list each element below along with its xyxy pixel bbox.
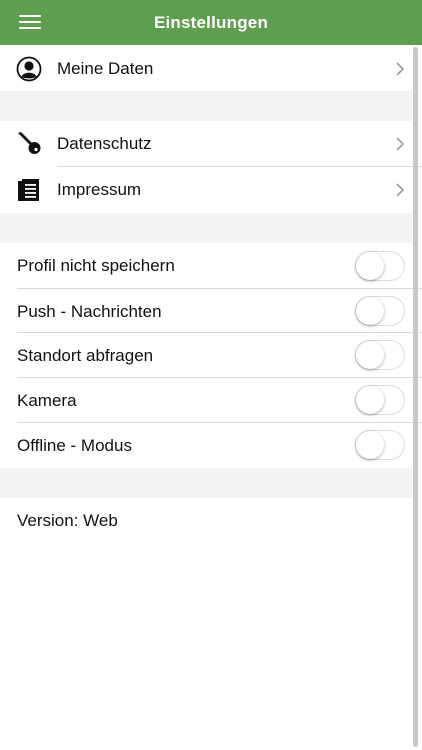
- toggle-label: Kamera: [17, 390, 77, 410]
- toggle-label: Push - Nachrichten: [17, 301, 162, 321]
- settings-list: Meine Daten Datenschutz Impressum Profil…: [0, 45, 422, 750]
- standort-toggle[interactable]: [355, 340, 405, 370]
- settings-item-label: Datenschutz: [57, 133, 152, 153]
- app-bar: Einstellungen: [0, 0, 422, 45]
- settings-item-label: Meine Daten: [57, 58, 154, 78]
- page-title: Einstellungen: [153, 12, 269, 32]
- toggle-row-kamera: Kamera: [0, 378, 412, 423]
- user-icon: [16, 56, 42, 82]
- toggle-row-offline: Offline - Modus: [0, 423, 412, 468]
- chevron-right-icon: [396, 137, 405, 151]
- version-text: Version: Web: [17, 511, 118, 530]
- chevron-right-icon: [396, 62, 405, 76]
- toggle-label: Standort abfragen: [17, 345, 154, 365]
- toggle-row-push: Push - Nachrichten: [0, 289, 412, 334]
- toggle-label: Profil nicht speichern: [17, 255, 175, 275]
- toggle-label: Offline - Modus: [17, 435, 132, 455]
- hamburger-menu-icon[interactable]: [12, 8, 48, 36]
- chevron-right-icon: [396, 183, 405, 197]
- scrollbar[interactable]: [413, 47, 418, 747]
- settings-item-impressum[interactable]: Impressum: [0, 167, 412, 212]
- offline-toggle[interactable]: [355, 430, 405, 460]
- settings-item-datenschutz[interactable]: Datenschutz: [0, 121, 412, 166]
- section-spacer: [0, 468, 412, 498]
- document-icon: [18, 179, 39, 201]
- key-icon: [18, 132, 41, 154]
- settings-item-meine-daten[interactable]: Meine Daten: [0, 46, 412, 91]
- settings-item-label: Impressum: [57, 179, 142, 199]
- toggle-row-profil: Profil nicht speichern: [0, 243, 412, 288]
- section-spacer: [0, 213, 412, 243]
- kamera-toggle[interactable]: [355, 385, 405, 415]
- section-spacer: [0, 91, 412, 121]
- push-toggle[interactable]: [355, 296, 405, 326]
- toggle-row-standort: Standort abfragen: [0, 333, 412, 378]
- profil-toggle[interactable]: [355, 251, 405, 281]
